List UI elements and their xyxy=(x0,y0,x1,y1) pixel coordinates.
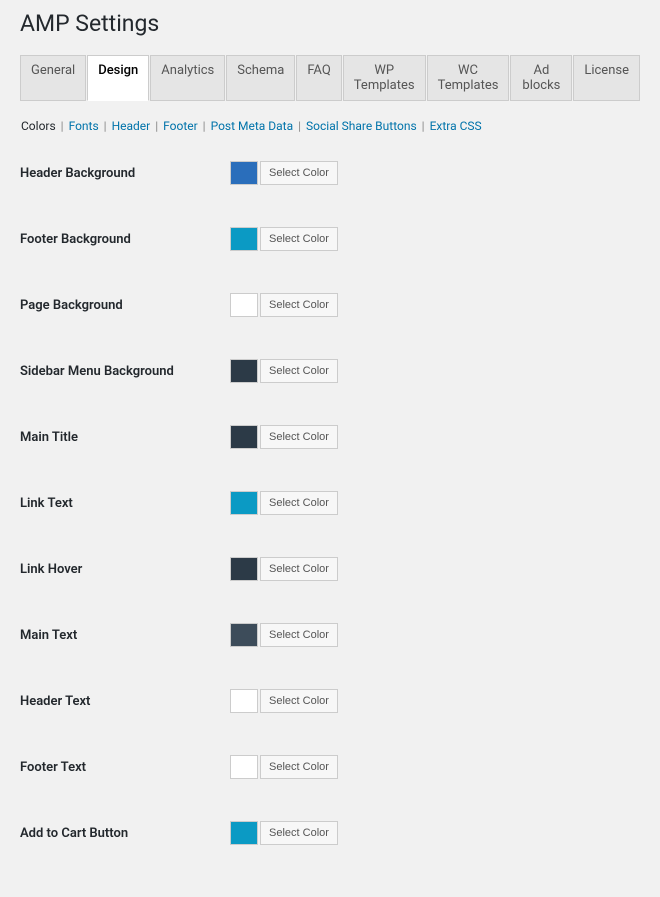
subnav-separator: | xyxy=(58,119,67,133)
color-row-label: Link Hover xyxy=(20,562,230,577)
color-swatch[interactable] xyxy=(230,755,258,779)
subnav-fonts[interactable]: Fonts xyxy=(69,119,99,133)
color-row-label: Page Background xyxy=(20,298,230,313)
select-color-button[interactable]: Select Color xyxy=(260,821,338,845)
tab-faq[interactable]: FAQ xyxy=(296,55,341,101)
color-row-label: Header Background xyxy=(20,166,230,181)
tab-wp-templates[interactable]: WP Templates xyxy=(343,55,426,101)
subnav-separator: | xyxy=(200,119,209,133)
tab-analytics[interactable]: Analytics xyxy=(150,55,225,101)
select-color-button[interactable]: Select Color xyxy=(260,623,338,647)
color-row: Header Background Select Color xyxy=(20,161,640,185)
color-row: Footer Text Select Color xyxy=(20,755,640,779)
tab-design[interactable]: Design xyxy=(87,55,149,101)
tab-license[interactable]: License xyxy=(573,55,640,101)
color-row: Link Text Select Color xyxy=(20,491,640,515)
color-row: Link Hover Select Color xyxy=(20,557,640,581)
select-color-button[interactable]: Select Color xyxy=(260,293,338,317)
color-row: Sidebar Menu Background Select Color xyxy=(20,359,640,383)
color-row-label: Footer Text xyxy=(20,760,230,775)
color-row: Main Title Select Color xyxy=(20,425,640,449)
color-row-label: Main Title xyxy=(20,430,230,445)
tab-ad-blocks[interactable]: Ad blocks xyxy=(510,55,572,101)
subnav-separator: | xyxy=(295,119,304,133)
color-row-label: Link Text xyxy=(20,496,230,511)
page-title: AMP Settings xyxy=(20,10,640,37)
subnav-container: Colors | Fonts | Header | Footer | Post … xyxy=(20,119,640,133)
color-swatch[interactable] xyxy=(230,161,258,185)
color-row-label: Add to Cart Button xyxy=(20,826,230,841)
color-swatch[interactable] xyxy=(230,491,258,515)
subnav-colors[interactable]: Colors xyxy=(21,119,56,133)
color-swatch[interactable] xyxy=(230,821,258,845)
color-row-label: Main Text xyxy=(20,628,230,643)
subnav-extra-css[interactable]: Extra CSS xyxy=(430,119,482,133)
select-color-button[interactable]: Select Color xyxy=(260,359,338,383)
tab-schema[interactable]: Schema xyxy=(226,55,295,101)
color-row-label: Header Text xyxy=(20,694,230,709)
select-color-button[interactable]: Select Color xyxy=(260,227,338,251)
color-row: Header Text Select Color xyxy=(20,689,640,713)
subnav-separator: | xyxy=(101,119,110,133)
color-row-label: Footer Background xyxy=(20,232,230,247)
select-color-button[interactable]: Select Color xyxy=(260,755,338,779)
subnav-post-meta-data[interactable]: Post Meta Data xyxy=(211,119,294,133)
color-row: Main Text Select Color xyxy=(20,623,640,647)
color-row-label: Sidebar Menu Background xyxy=(20,364,230,379)
color-swatch[interactable] xyxy=(230,227,258,251)
select-color-button[interactable]: Select Color xyxy=(260,161,338,185)
color-row: Add to Cart Button Select Color xyxy=(20,821,640,845)
subnav-separator: | xyxy=(152,119,161,133)
subnav-header[interactable]: Header xyxy=(112,119,151,133)
color-row: Footer Background Select Color xyxy=(20,227,640,251)
tab-general[interactable]: General xyxy=(20,55,86,101)
color-swatch[interactable] xyxy=(230,689,258,713)
color-swatch[interactable] xyxy=(230,425,258,449)
tab-wc-templates[interactable]: WC Templates xyxy=(427,55,510,101)
color-swatch[interactable] xyxy=(230,557,258,581)
color-swatch[interactable] xyxy=(230,359,258,383)
subnav-footer[interactable]: Footer xyxy=(163,119,198,133)
subnav-social-share-buttons[interactable]: Social Share Buttons xyxy=(306,119,417,133)
select-color-button[interactable]: Select Color xyxy=(260,425,338,449)
color-swatch[interactable] xyxy=(230,293,258,317)
color-row: Page Background Select Color xyxy=(20,293,640,317)
select-color-button[interactable]: Select Color xyxy=(260,689,338,713)
tabs-container: GeneralDesignAnalyticsSchemaFAQWP Templa… xyxy=(20,55,640,101)
color-swatch[interactable] xyxy=(230,623,258,647)
subnav-separator: | xyxy=(419,119,428,133)
select-color-button[interactable]: Select Color xyxy=(260,491,338,515)
select-color-button[interactable]: Select Color xyxy=(260,557,338,581)
